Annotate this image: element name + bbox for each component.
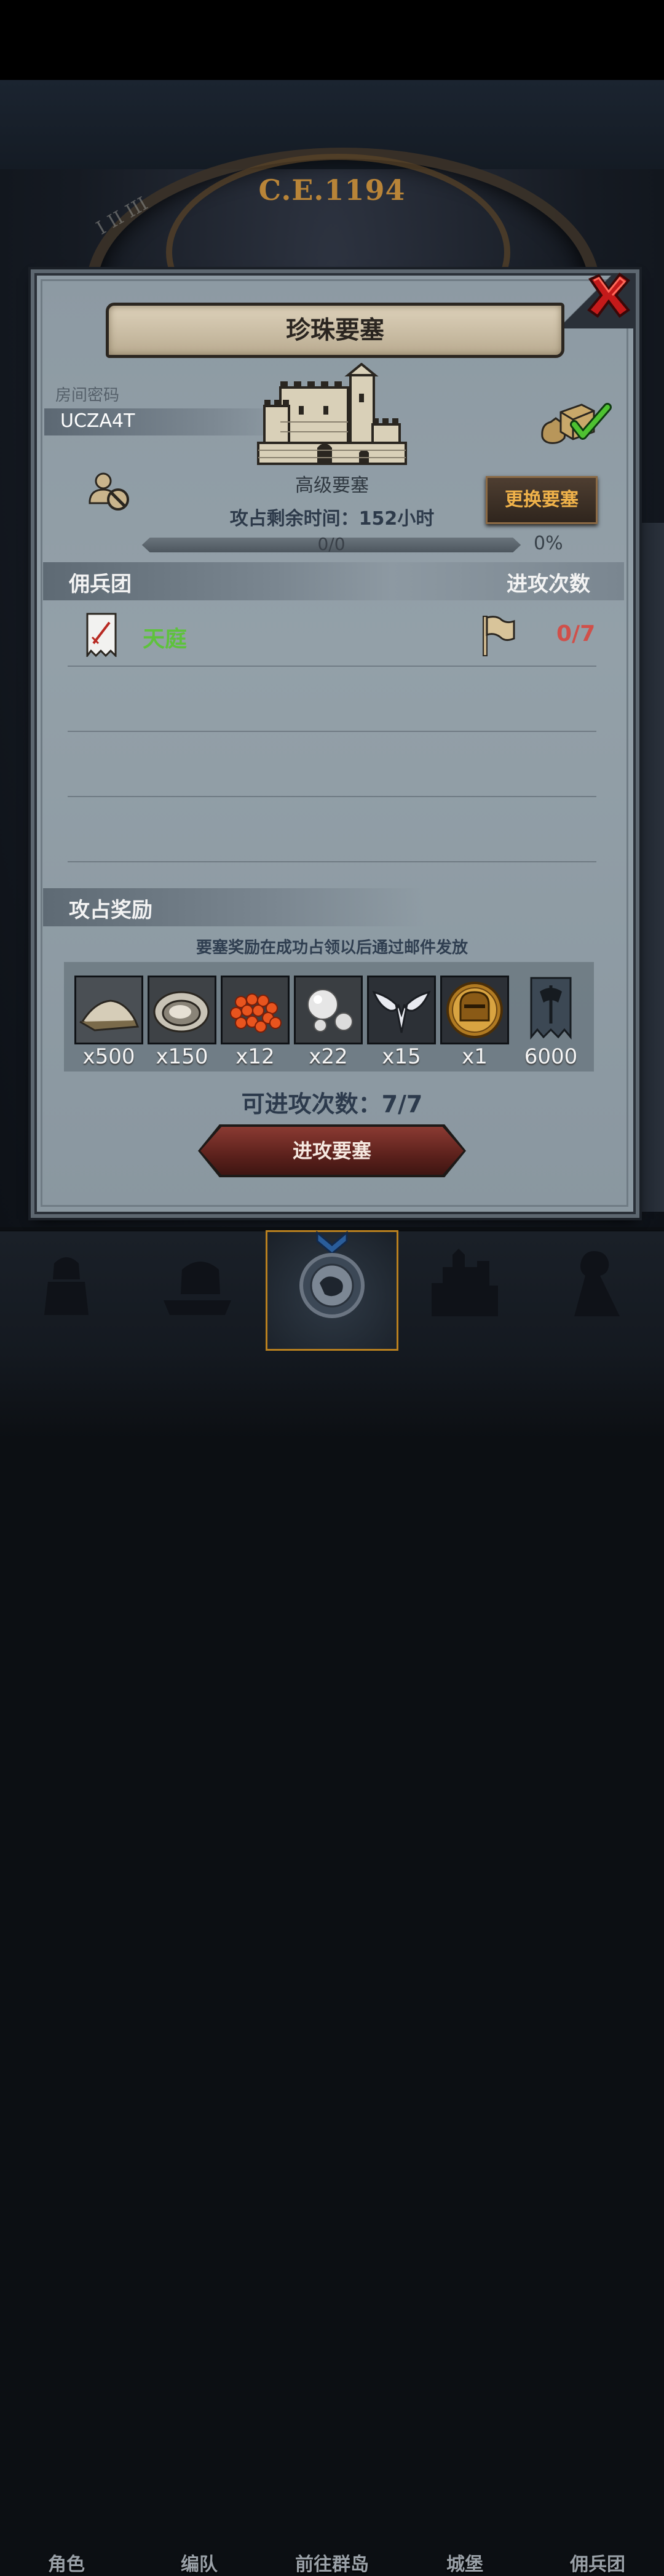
nav-label: 编队 — [181, 2554, 218, 2575]
row-divider — [68, 861, 596, 862]
islands-compass-icon — [299, 1230, 365, 1318]
reward-tile[interactable] — [367, 976, 436, 1044]
status-bar-area — [0, 0, 664, 80]
knight-icon — [44, 1257, 89, 1315]
reward-qty: 6000 — [524, 1044, 578, 1069]
castle-icon — [432, 1249, 498, 1316]
attack-count-header: 进攻次数 — [507, 572, 590, 597]
knight-helmet-medal-icon — [442, 977, 507, 1043]
nav-item-formation[interactable]: 编队 — [133, 1230, 266, 2575]
pearls-icon — [296, 977, 361, 1043]
close-icon — [587, 272, 630, 318]
bottom-bar-area — [0, 1353, 664, 1439]
helmet-icon — [164, 1262, 231, 1315]
dialog-title: 珍珠要塞 — [286, 316, 384, 344]
mercenary-icon — [574, 1251, 620, 1316]
attacks-remaining: 可进攻次数：7/7 — [241, 1091, 423, 1118]
fortress-grade-label: 高级要塞 — [295, 475, 369, 496]
era-label: C.E.1194 — [258, 173, 406, 207]
reward-header: 攻占奖励 — [69, 898, 152, 923]
mercenary-name[interactable]: 天庭 — [143, 621, 187, 653]
row-divider — [68, 731, 596, 732]
reward-note: 要塞奖励在成功占领以后通过邮件发放 — [196, 939, 468, 957]
fish-roe-icon — [223, 977, 288, 1043]
reward-qty: x500 — [82, 1044, 135, 1069]
close-button[interactable] — [584, 271, 633, 320]
reward-tile[interactable] — [294, 976, 363, 1044]
reward-qty: x150 — [156, 1044, 208, 1069]
nav-item-islands[interactable]: 前往群岛 — [266, 1230, 398, 2575]
row-divider — [68, 796, 596, 797]
guild-banner-icon — [530, 977, 572, 1040]
nav-label: 前往群岛 — [295, 2554, 369, 2575]
reward-qty: x12 — [235, 1044, 275, 1069]
room-code-value[interactable]: UCZA4T — [60, 410, 135, 432]
reward-qty: x22 — [309, 1044, 348, 1069]
reward-tile[interactable] — [528, 976, 574, 1041]
white-flag-icon — [481, 614, 516, 657]
oyster-icon — [149, 977, 215, 1043]
row-divider — [68, 666, 596, 667]
nav-item-character[interactable]: 角色 — [0, 1230, 133, 2575]
nav-label: 角色 — [48, 2554, 85, 2575]
reward-qty: x1 — [462, 1044, 488, 1069]
mercenary-attack-count: 0/7 — [556, 621, 596, 646]
nav-item-castle[interactable]: 城堡 — [398, 1230, 531, 2575]
nav-label: 城堡 — [446, 2554, 483, 2575]
flour-pile-icon — [76, 977, 141, 1043]
torn-banner-icon — [85, 613, 118, 659]
occupation-progress-text: 0/0 — [317, 534, 346, 554]
mercenary-header: 佣兵团 — [69, 572, 132, 597]
nav-label: 佣兵团 — [570, 2554, 625, 2575]
nav-item-mercenary[interactable]: 佣兵团 — [531, 1230, 664, 2575]
remaining-time-label: 攻占剩余时间：152小时 — [229, 508, 435, 530]
user-banned-icon[interactable] — [87, 469, 132, 513]
occupation-progress-percent: 0% — [534, 533, 563, 554]
reward-tile[interactable] — [148, 976, 216, 1044]
attack-fortress-label: 进攻要塞 — [292, 1139, 371, 1163]
loot-collected-icon[interactable] — [539, 400, 612, 449]
reward-tile[interactable] — [74, 976, 143, 1044]
reward-tile[interactable] — [221, 976, 290, 1044]
reward-qty: x15 — [382, 1044, 421, 1069]
change-fortress-label: 更换要塞 — [505, 489, 579, 511]
reward-tile[interactable] — [440, 976, 509, 1044]
winged-emblem-icon — [369, 977, 434, 1043]
room-code-label: 房间密码 — [55, 386, 120, 405]
fortress-castle-icon — [256, 362, 408, 471]
